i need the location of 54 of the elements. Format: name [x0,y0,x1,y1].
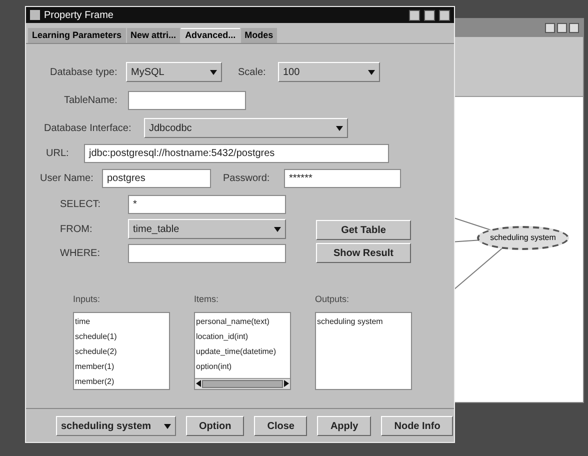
list-item[interactable]: update_time(datetime) [196,344,289,358]
diagram-node[interactable]: scheduling system [477,226,569,250]
field-label: SELECT: [60,198,102,212]
password-field[interactable]: ****** [284,169,401,188]
list-item[interactable]: member(1) [75,358,168,374]
dropdown-arrow-icon [210,70,217,74]
action-button[interactable]: Get Table [316,220,411,240]
field-label: URL: [46,147,70,161]
action-button[interactable]: Node Info [381,416,454,436]
list-item[interactable]: member(2) [75,374,168,388]
dropdown-arrow-icon [368,70,375,74]
tab[interactable]: Modes [240,28,278,43]
dropdown-arrow-icon [336,126,343,130]
horizontal-scrollbar[interactable] [195,378,290,388]
dropdown[interactable]: scheduling system [56,416,176,436]
field-label: FROM: [60,222,94,236]
dropdown[interactable]: time_table [128,219,286,239]
input-field[interactable] [128,244,286,263]
list-item[interactable]: scheduling system [317,314,410,328]
field-label: Database type: [50,66,118,80]
dropdown[interactable]: Jdbcodbc [144,118,348,138]
action-button[interactable]: Apply [317,416,372,436]
tab[interactable]: New attri... [126,28,180,43]
list-item[interactable]: schedule(1) [75,328,168,344]
input-field[interactable]: * [128,195,286,214]
field-label: WHERE: [60,247,101,261]
window-title: Property Frame [44,8,114,22]
input-field[interactable]: jdbc:postgresql://hostname:5432/postgres [84,144,389,163]
window-control-icon[interactable] [409,10,420,20]
input-field[interactable] [128,91,246,110]
list-label: Items: [194,293,220,306]
list-item[interactable]: personal_name(text) [196,314,289,328]
action-button[interactable]: Option [186,416,244,436]
field-label: Database Interface: [44,122,132,136]
list-item[interactable]: time [75,314,168,328]
tab[interactable]: Learning Parameters [28,28,126,43]
list-label: Inputs: [73,293,102,306]
window-control-icon[interactable] [439,10,450,20]
field-label: User Name: [40,172,94,186]
list-item[interactable]: location_id(int) [196,328,289,344]
action-button[interactable]: Close [254,416,308,436]
dropdown[interactable]: 100 [278,62,380,82]
action-button[interactable]: Show Result [316,243,411,263]
field-label: Scale: [238,66,267,80]
field-label: Password: [223,172,271,186]
list-item[interactable]: option(int) [196,358,289,374]
dropdown-arrow-icon [164,424,171,428]
window-control-icon[interactable] [424,10,435,20]
field-label: TableName: [64,94,118,108]
input-field[interactable]: postgres [102,169,211,188]
list-label: Outputs: [315,293,350,306]
dropdown[interactable]: MySQL [126,62,222,82]
list-item[interactable]: schedule(2) [75,344,168,358]
dropdown-arrow-icon [274,226,281,232]
